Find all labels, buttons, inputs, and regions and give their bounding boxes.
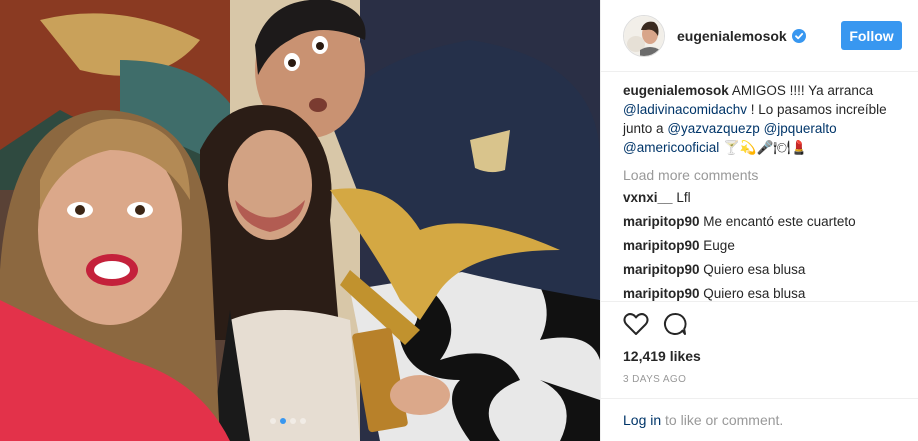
comment: maripitop90 Euge — [623, 237, 902, 255]
mention-link[interactable]: @jpqueralto — [764, 121, 837, 136]
post-side-panel: eugenialemosok Follow eugenialemosok AMI… — [600, 0, 918, 441]
comment-username[interactable]: vxnxi__ — [623, 190, 673, 205]
comment-text: Quiero esa blusa — [703, 286, 806, 301]
carousel-dots[interactable] — [270, 418, 306, 424]
caption-username[interactable]: eugenialemosok — [623, 83, 729, 98]
mention-link[interactable]: @americooficial — [623, 140, 719, 155]
post-header: eugenialemosok Follow — [601, 0, 918, 72]
comment: maripitop90 Me encantó este cuarteto — [623, 213, 902, 231]
heart-icon[interactable] — [623, 312, 649, 336]
carousel-dot[interactable] — [270, 418, 276, 424]
mention-link[interactable]: @ladivinacomidachv — [623, 102, 747, 117]
carousel-dot-active[interactable] — [280, 418, 286, 424]
post-photo[interactable] — [0, 0, 600, 441]
login-link[interactable]: Log in — [623, 412, 661, 428]
login-prompt-text: to like or comment. — [665, 412, 784, 428]
mention-link[interactable]: @yazvazquezp — [667, 121, 760, 136]
carousel-dot[interactable] — [290, 418, 296, 424]
post-date[interactable]: 3 DAYS AGO — [601, 374, 918, 385]
follow-button[interactable]: Follow — [841, 21, 902, 50]
avatar-image — [624, 15, 664, 56]
photo-illustration — [0, 0, 600, 441]
login-prompt: Log in to like or comment. — [601, 398, 918, 428]
comment-text: Lfl — [676, 190, 691, 205]
comments-list[interactable]: eugenialemosok AMIGOS !!!! Ya arranca @l… — [601, 72, 918, 302]
caption: eugenialemosok AMIGOS !!!! Ya arranca @l… — [623, 81, 902, 157]
caption-text: AMIGOS !!!! Ya arranca — [731, 83, 874, 98]
avatar[interactable] — [623, 14, 665, 57]
action-bar — [601, 302, 918, 346]
comment: vxnxi__ Lfl — [623, 189, 902, 207]
carousel-dot[interactable] — [300, 418, 306, 424]
likes-count[interactable]: 12,419 likes — [601, 348, 918, 364]
comment-username[interactable]: maripitop90 — [623, 238, 700, 253]
header-user: eugenialemosok — [677, 28, 841, 44]
comment-username[interactable]: maripitop90 — [623, 286, 700, 301]
comment: maripitop90 Quiero esa blusa — [623, 285, 902, 301]
caption-emojis: 🍸💫🎤🍽💄 — [723, 140, 808, 155]
load-more-comments-link[interactable]: Load more comments — [623, 167, 902, 183]
username-link[interactable]: eugenialemosok — [677, 28, 787, 44]
verified-badge-icon — [791, 28, 806, 43]
comment-username[interactable]: maripitop90 — [623, 214, 700, 229]
comment-text: Quiero esa blusa — [703, 262, 806, 277]
comment-text: Me encantó este cuarteto — [703, 214, 856, 229]
comment-bubble-icon[interactable] — [663, 312, 687, 336]
comment: maripitop90 Quiero esa blusa — [623, 261, 902, 279]
comment-username[interactable]: maripitop90 — [623, 262, 700, 277]
comment-text: Euge — [703, 238, 735, 253]
